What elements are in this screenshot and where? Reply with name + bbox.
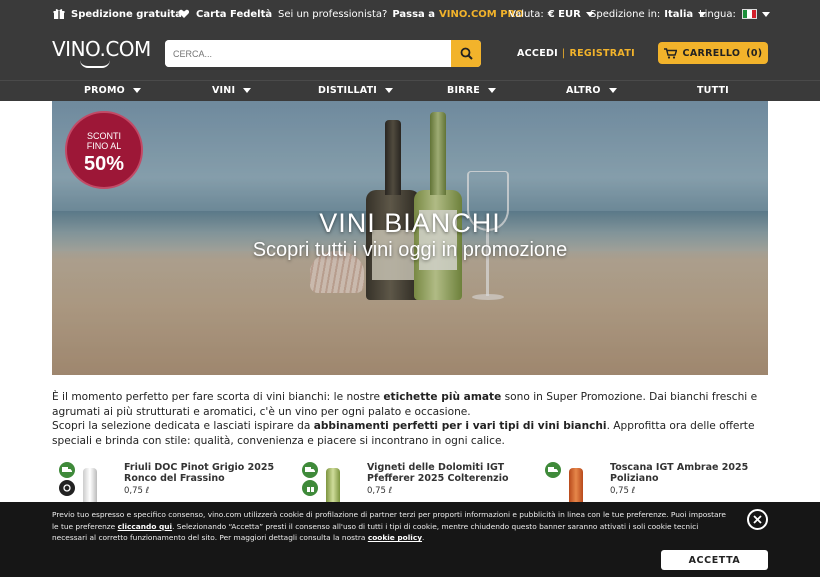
eco-delivery-icon <box>59 462 75 478</box>
cookie-text-part: . <box>422 533 425 543</box>
badge-line1: SCONTI <box>86 131 121 141</box>
close-icon <box>753 515 762 524</box>
shipping-value: Italia <box>664 8 694 20</box>
product-name[interactable]: Toscana IGT Ambrae 2025 Poliziano <box>610 462 770 484</box>
main-navigation: PROMO VINI DISTILLATI BIRRE ALTRO TUTTI <box>0 80 820 101</box>
nav-label: VINI <box>212 85 236 96</box>
chevron-down-icon <box>487 88 496 93</box>
register-link[interactable]: REGISTRATI <box>570 48 635 59</box>
shipping-label: Spedizione in: <box>590 8 661 20</box>
cookie-preferences-link[interactable]: cliccando qui <box>118 522 172 531</box>
nav-item-birre[interactable]: BIRRE <box>447 85 496 96</box>
award-icon <box>59 480 75 496</box>
nav-item-vini[interactable]: VINI <box>212 85 252 96</box>
cookie-close-button[interactable] <box>747 509 768 530</box>
free-shipping-label: Spedizione gratuita <box>71 8 182 20</box>
product-volume: 0,75 ℓ <box>367 486 393 496</box>
loyalty-card-label: Carta Fedeltà <box>196 8 273 20</box>
pro-link-prefix: Passa a <box>392 8 436 20</box>
discount-badge: SCONTI FINO AL 50% <box>65 111 143 189</box>
product-volume: 0,75 ℓ <box>610 486 636 496</box>
search-icon <box>460 47 473 60</box>
pro-question: Sei un professionista? <box>278 8 388 20</box>
currency-value: € EUR <box>547 8 581 20</box>
login-link[interactable]: ACCEDI <box>517 48 558 59</box>
product-name[interactable]: Vigneti delle Dolomiti IGT Pfefferer 202… <box>367 462 527 484</box>
italy-flag-icon <box>741 9 757 19</box>
pro-promo: Sei un professionista? Passa a VINO.COM … <box>278 6 524 22</box>
account-divider: | <box>562 48 566 59</box>
main-header: VINO.COM ACCEDI | REGISTRATI CARRELLO (0) <box>0 27 820 80</box>
product-card[interactable]: Vigneti delle Dolomiti IGT Pfefferer 202… <box>302 462 509 508</box>
nav-label: ALTRO <box>566 85 601 96</box>
description-paragraph: È il momento perfetto per fare scorta di… <box>52 390 768 419</box>
nav-label: BIRRE <box>447 85 480 96</box>
gift-icon <box>53 9 65 19</box>
currency-label: Valuta: <box>509 8 544 20</box>
cart-count: (0) <box>746 47 763 59</box>
text-span: È il momento perfetto per fare scorta di… <box>52 391 384 403</box>
search-input[interactable] <box>165 40 451 67</box>
loyalty-card-link[interactable]: Carta Fedeltà <box>178 6 272 22</box>
product-volume: 0,75 ℓ <box>124 486 150 496</box>
site-logo[interactable]: VINO.COM <box>52 37 151 61</box>
chevron-down-icon <box>243 88 252 93</box>
account-links: ACCEDI | REGISTRATI <box>517 48 635 59</box>
gift-icon <box>302 480 318 496</box>
hero-banner[interactable]: SCONTI FINO AL 50% VINI BIANCHI Scopri tu… <box>52 101 768 375</box>
shipping-country-selector[interactable]: Spedizione in: Italia <box>590 6 707 22</box>
cart-icon <box>663 47 677 59</box>
hero-title: VINI BIANCHI <box>319 208 501 238</box>
search-bar <box>165 40 481 67</box>
text-span: Scopri la selezione dedicata e lasciati … <box>52 420 314 433</box>
cookie-text: Previo tuo espresso e specifico consenso… <box>52 509 732 544</box>
cookie-accept-button[interactable]: ACCETTA <box>661 550 768 570</box>
highlight-text: etichette più amate <box>383 391 502 403</box>
chevron-down-icon <box>385 88 394 93</box>
search-button[interactable] <box>451 40 481 67</box>
badge-value: 50% <box>83 153 125 175</box>
cart-button[interactable]: CARRELLO (0) <box>658 42 768 64</box>
chevron-down-icon <box>132 88 141 93</box>
product-card[interactable]: Toscana IGT Ambrae 2025 Poliziano 0,75 ℓ <box>545 462 748 508</box>
nav-item-promo[interactable]: PROMO <box>84 85 141 96</box>
cookie-banner: Previo tuo espresso e specifico consenso… <box>0 502 820 577</box>
language-label: Lingua: <box>699 8 736 20</box>
nav-item-altro[interactable]: ALTRO <box>566 85 617 96</box>
description-paragraph: Scopri la selezione dedicata e lasciati … <box>52 419 768 448</box>
product-name[interactable]: Friuli DOC Pinot Grigio 2025 Ronco del F… <box>124 462 284 484</box>
hero-subtitle: Scopri tutti i vini oggi in promozione <box>252 239 568 261</box>
nav-label: DISTILLATI <box>318 85 378 96</box>
currency-selector[interactable]: Valuta: € EUR <box>509 6 594 22</box>
top-utility-bar: Spedizione gratuita Carta Fedeltà Sei un… <box>0 0 820 27</box>
eco-delivery-icon <box>545 462 561 478</box>
nav-label: TUTTI <box>697 85 729 96</box>
nav-item-distillati[interactable]: DISTILLATI <box>318 85 394 96</box>
promo-description: È il momento perfetto per fare scorta di… <box>52 390 768 448</box>
nav-label: PROMO <box>84 85 125 96</box>
chevron-down-icon <box>761 11 770 17</box>
chevron-down-icon <box>608 88 617 93</box>
eco-delivery-icon <box>302 462 318 478</box>
logo-smile-mark <box>80 60 110 68</box>
cookie-policy-link[interactable]: cookie policy <box>368 533 422 542</box>
language-selector[interactable]: Lingua: <box>699 6 770 22</box>
product-card[interactable]: Friuli DOC Pinot Grigio 2025 Ronco del F… <box>59 462 274 508</box>
pairings-link[interactable]: abbinamenti perfetti per i vari tipi di … <box>314 420 607 432</box>
free-shipping-link[interactable]: Spedizione gratuita <box>53 6 182 22</box>
cart-label: CARRELLO <box>682 47 741 59</box>
nav-item-tutti[interactable]: TUTTI <box>697 85 729 96</box>
badge-line2: FINO AL <box>86 141 122 151</box>
heart-hand-icon <box>178 9 190 18</box>
